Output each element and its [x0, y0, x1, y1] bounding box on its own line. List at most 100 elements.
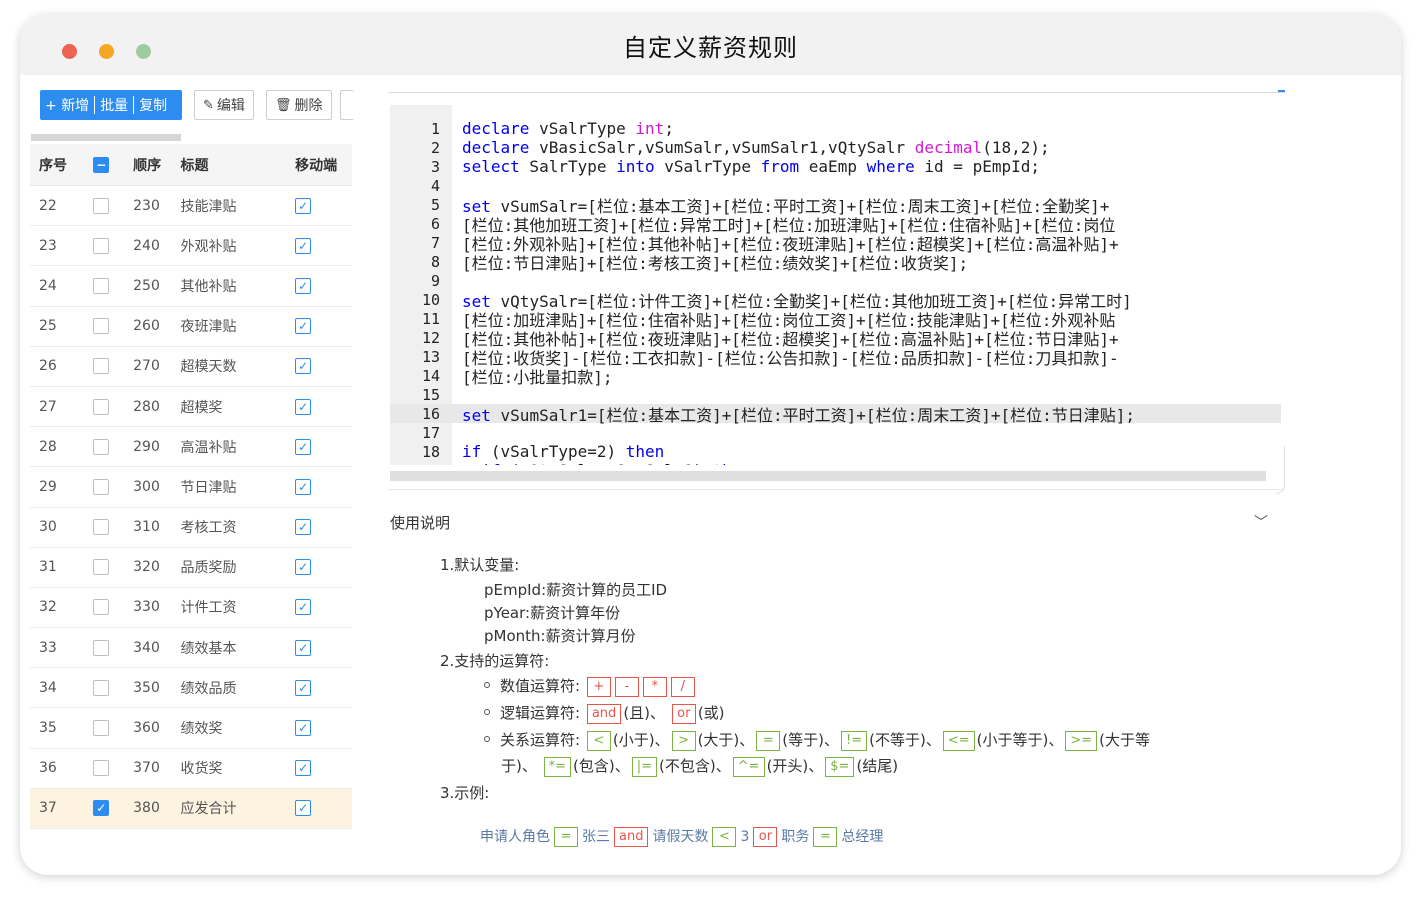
table-row[interactable]: 34 350 绩效品质 ✓: [30, 668, 352, 709]
code-text: if (vSalrType=2) then: [462, 442, 665, 461]
relation-op: <: [586, 730, 611, 751]
code-line[interactable]: 16 set vSumSalr1=[栏位:基本工资]+[栏位:平时工资]+[栏位:…: [390, 404, 1281, 425]
relation-op-list: < (小于)、 > (大于)、 = (等于)、 != (不等于)、 <= (小于等于)、 >= (大于…: [585, 730, 1150, 751]
mobile-checkbox[interactable]: ✓: [295, 559, 312, 576]
code-line[interactable]: 8 [栏位:节日津贴]+[栏位:考核工资]+[栏位:绩效奖]+[栏位:收货奖];: [390, 252, 1281, 273]
code-editor[interactable]: 1 declare vSalrType int; 2 declare vBasicSa…: [390, 105, 1281, 465]
code-line[interactable]: 14 [栏位:小批量扣款];: [390, 366, 1281, 387]
mobile-checkbox[interactable]: ✓: [295, 519, 312, 536]
row-checkbox[interactable]: [93, 559, 110, 576]
line-number: 12: [421, 328, 440, 347]
table-row[interactable]: 24 250 其他补贴 ✓: [30, 266, 352, 307]
usage-section-title[interactable]: 使用说明: [390, 512, 450, 533]
more-button[interactable]: [340, 90, 354, 120]
code-line[interactable]: 2 declare vBasicSalr,vSumSalr,vSumSalr1,v…: [390, 138, 1281, 157]
row-checkbox[interactable]: [93, 438, 110, 455]
row-checkbox[interactable]: [93, 519, 110, 536]
mobile-checkbox[interactable]: ✓: [295, 318, 312, 335]
select-all-checkbox[interactable]: −: [93, 156, 110, 173]
mobile-checkbox[interactable]: ✓: [295, 679, 312, 696]
row-checkbox[interactable]: [93, 760, 110, 777]
code-line[interactable]: 3 select SalrType into vSalrType from eaE…: [390, 157, 1281, 176]
window-title: 自定义薪资规则: [623, 34, 798, 62]
line-number: 4: [430, 176, 440, 195]
example-text: 请假天数: [652, 829, 709, 845]
mobile-checkbox[interactable]: ✓: [295, 800, 312, 817]
title-bar: 自定义薪资规则: [20, 14, 1401, 75]
mobile-checkbox[interactable]: ✓: [295, 237, 312, 254]
table-row[interactable]: 31 320 品质奖励 ✓: [30, 548, 352, 588]
row-checkbox[interactable]: ✓: [93, 800, 110, 817]
table-row[interactable]: 35 360 绩效奖 ✓: [30, 708, 352, 749]
mobile-checkbox[interactable]: ✓: [295, 277, 312, 294]
mobile-checkbox[interactable]: ✓: [295, 599, 312, 616]
table-row[interactable]: 23 240 外观补贴 ✓: [30, 226, 352, 267]
line-number: 8: [430, 252, 440, 271]
table-row[interactable]: 37 ✓ 380 应发合计 ✓: [30, 788, 352, 829]
mobile-checkbox[interactable]: ✓: [295, 720, 312, 737]
row-checkbox[interactable]: [93, 720, 110, 737]
batch-button[interactable]: 批量: [95, 95, 133, 115]
code-line[interactable]: 1 declare vSalrType int;: [390, 119, 1281, 138]
table-row[interactable]: 27 280 超模奖 ✓: [30, 387, 352, 428]
table-horizontal-scrollbar[interactable]: [31, 134, 181, 141]
cell-mobile: ✓: [295, 559, 352, 576]
row-checkbox[interactable]: [93, 237, 110, 254]
table-row[interactable]: 30 310 考核工资 ✓: [30, 508, 352, 548]
table-row[interactable]: 36 370 收货奖 ✓: [30, 749, 352, 789]
row-checkbox[interactable]: [93, 639, 110, 656]
header-mobile: 移动端: [295, 157, 338, 174]
mobile-checkbox[interactable]: ✓: [295, 358, 312, 375]
delete-button[interactable]: 🗑 删除: [266, 90, 332, 120]
code-line[interactable]: 17: [390, 423, 1281, 442]
row-checkbox[interactable]: [93, 197, 110, 214]
cell-mobile: ✓: [295, 800, 352, 817]
mobile-checkbox[interactable]: ✓: [295, 438, 312, 455]
code-line[interactable]: 19 if (vQtySalr<vSumSalr1) then: [390, 461, 1281, 465]
row-checkbox[interactable]: [93, 478, 110, 495]
line-number: 16: [421, 404, 440, 423]
row-checkbox[interactable]: [93, 358, 110, 375]
cell-title: 技能津贴: [180, 198, 237, 215]
row-checkbox[interactable]: [93, 277, 110, 294]
relation-cont-text: 于)、: [501, 757, 537, 775]
row-checkbox[interactable]: [93, 398, 110, 415]
cell-mobile: ✓: [295, 720, 352, 737]
line-number: 13: [421, 347, 440, 366]
table-row[interactable]: 25 260 夜班津贴 ✓: [30, 307, 352, 347]
row-checkbox[interactable]: [93, 318, 110, 335]
editor-horizontal-scrollbar[interactable]: [390, 471, 1266, 481]
cell-order: 320: [133, 559, 160, 576]
table-row[interactable]: 26 270 超模天数 ✓: [30, 347, 352, 387]
cell-select: [87, 277, 133, 294]
relation-op: <=: [942, 730, 975, 751]
table-row[interactable]: 33 340 绩效基本 ✓: [30, 628, 352, 669]
table-row[interactable]: 29 300 节日津贴 ✓: [30, 467, 352, 508]
relation-op: |=: [631, 756, 658, 777]
add-button[interactable]: + 新增: [40, 95, 94, 115]
mobile-checkbox[interactable]: ✓: [295, 760, 312, 777]
code-line[interactable]: 18 if (vSalrType=2) then: [390, 442, 1281, 461]
editor-corner: [1276, 446, 1285, 494]
chevron-down-icon[interactable]: ﹀: [1254, 512, 1268, 532]
table-row[interactable]: 22 230 技能津贴 ✓: [30, 186, 352, 227]
relation-op-desc: (结尾): [856, 757, 899, 775]
edit-button[interactable]: ✎ 编辑: [194, 90, 254, 120]
mobile-checkbox[interactable]: ✓: [295, 197, 312, 214]
mobile-checkbox[interactable]: ✓: [295, 639, 312, 656]
mobile-checkbox[interactable]: ✓: [295, 478, 312, 495]
table-row[interactable]: 32 330 计件工资 ✓: [30, 588, 352, 629]
copy-button[interactable]: 复制: [134, 95, 172, 115]
relation-op-list-2: *= (包含)、 |= (不包含)、 ^= (开头)、 $= (结尾): [542, 756, 899, 777]
row-checkbox[interactable]: [93, 599, 110, 616]
cell-title: 超模奖: [180, 399, 223, 416]
editor-accent: [1278, 90, 1285, 92]
example-op: <: [712, 827, 737, 847]
cell-index: 33: [39, 639, 57, 656]
cell-title: 绩效奖: [180, 721, 223, 738]
edit-icon: ✎: [203, 97, 214, 113]
mobile-checkbox[interactable]: ✓: [295, 398, 312, 415]
row-checkbox[interactable]: [93, 679, 110, 696]
example-op: and: [614, 827, 649, 847]
table-row[interactable]: 28 290 高温补贴 ✓: [30, 427, 352, 468]
